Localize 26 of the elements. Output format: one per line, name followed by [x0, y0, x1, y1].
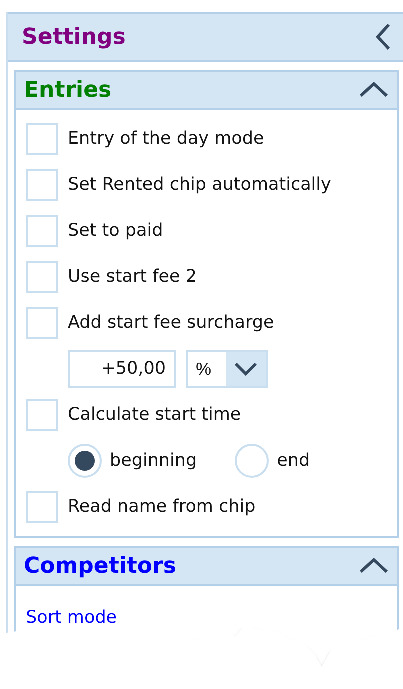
panel-title: Settings [22, 24, 126, 50]
sort-mode-link[interactable]: Sort mode [26, 592, 387, 638]
checkbox[interactable] [26, 169, 58, 201]
checkbox[interactable] [26, 399, 58, 431]
surcharge-field[interactable]: +50,00 [68, 350, 176, 388]
collapse-icon[interactable] [375, 23, 391, 51]
checkbox[interactable] [26, 491, 58, 523]
checkbox-label: Use start fee 2 [68, 267, 197, 287]
chevron-up-icon[interactable] [359, 82, 389, 98]
chevron-up-icon[interactable] [359, 558, 389, 574]
checkbox[interactable] [26, 307, 58, 339]
radio-option[interactable]: beginning [68, 444, 198, 478]
radio-option[interactable]: end [235, 444, 310, 478]
chevron-down-icon [234, 362, 258, 376]
unit-dropdown[interactable]: % [186, 350, 268, 388]
checkbox[interactable] [26, 123, 58, 155]
checkbox-label: Set Rented chip automatically [68, 175, 332, 195]
section-title: Competitors [24, 554, 176, 578]
checkbox-label: Set to paid [68, 221, 164, 241]
checkbox[interactable] [26, 261, 58, 293]
checkbox-label: Calculate start time [68, 405, 242, 425]
checkbox-label: Read name from chip [68, 497, 256, 517]
checkbox-label: Add start fee surcharge [68, 313, 274, 333]
section-title: Entries [24, 78, 112, 102]
checkbox[interactable] [26, 215, 58, 247]
checkbox-label: Entry of the day mode [68, 129, 264, 149]
